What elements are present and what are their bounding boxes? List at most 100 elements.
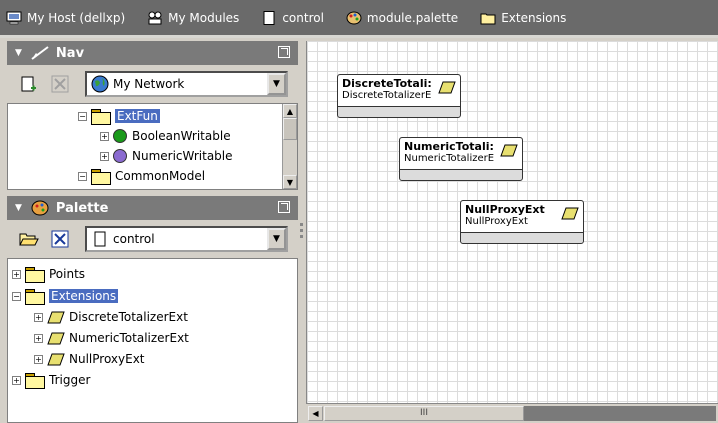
network-globe-icon bbox=[91, 75, 109, 93]
collapse-toggle-icon[interactable]: − bbox=[78, 171, 87, 181]
breadcrumb-modules-label: My Modules bbox=[168, 10, 240, 25]
folder-icon bbox=[25, 267, 45, 283]
expand-toggle-icon[interactable]: + bbox=[100, 131, 109, 141]
scroll-track[interactable] bbox=[524, 406, 716, 421]
breadcrumb-extensions[interactable]: Extensions bbox=[480, 11, 566, 25]
folder-icon bbox=[91, 169, 111, 185]
tree-node-booleanwritable[interactable]: + BooleanWritable bbox=[100, 126, 231, 146]
breadcrumb-modules[interactable]: My Modules bbox=[147, 11, 239, 25]
grip-dot bbox=[300, 229, 303, 232]
expand-toggle-icon[interactable]: + bbox=[12, 375, 21, 385]
nav-tree-scrollbar[interactable]: ▲ ▼ bbox=[282, 104, 297, 189]
document-icon bbox=[261, 10, 277, 25]
breadcrumb-host-label: My Host (dellxp) bbox=[27, 10, 126, 25]
breadcrumb-host[interactable]: My Host (dellxp) bbox=[6, 11, 125, 25]
folder-icon bbox=[480, 11, 496, 25]
side-bar: ▼ Nav My Network ▼ − ExtFun + BooleanWri… bbox=[7, 41, 298, 423]
grip-dot bbox=[300, 223, 303, 226]
breadcrumb-palette[interactable]: module.palette bbox=[346, 11, 458, 25]
tree-node-extensions[interactable]: − Extensions bbox=[12, 286, 119, 306]
close-icon[interactable] bbox=[51, 75, 69, 93]
chevron-down-icon[interactable]: ▼ bbox=[267, 73, 286, 95]
expand-toggle-icon[interactable]: + bbox=[12, 269, 21, 279]
scroll-up-icon[interactable]: ▲ bbox=[283, 104, 297, 118]
extension-icon bbox=[47, 311, 65, 324]
tree-node-label: NullProxyExt bbox=[69, 352, 145, 366]
tree-node-numericwritable[interactable]: + NumericWritable bbox=[100, 146, 233, 166]
extension-icon bbox=[500, 144, 518, 160]
popout-icon[interactable] bbox=[278, 201, 290, 213]
new-document-icon[interactable] bbox=[19, 75, 37, 93]
extension-icon bbox=[438, 81, 456, 97]
palette-module-select[interactable]: control ▼ bbox=[85, 226, 288, 252]
expand-toggle-icon[interactable]: + bbox=[100, 151, 109, 161]
expand-toggle-icon[interactable]: + bbox=[34, 333, 43, 343]
tree-node-label: Trigger bbox=[49, 373, 91, 387]
component-discrete-totalizer[interactable]: DiscreteTotali: DiscreteTotalizerE bbox=[337, 74, 461, 118]
breadcrumb-extensions-label: Extensions bbox=[501, 10, 567, 25]
folder-icon bbox=[25, 373, 45, 389]
tree-node-label: Points bbox=[49, 267, 86, 281]
collapse-toggle-icon[interactable]: − bbox=[12, 291, 21, 301]
scroll-thumb[interactable]: III bbox=[324, 406, 524, 421]
palette-toolbar: control ▼ bbox=[7, 220, 298, 258]
tree-node-label: ExtFun bbox=[115, 109, 160, 123]
folder-icon bbox=[25, 289, 45, 305]
host-icon bbox=[6, 11, 22, 25]
collapse-toggle-icon[interactable]: − bbox=[78, 111, 87, 121]
tree-node-label: BooleanWritable bbox=[132, 129, 231, 143]
open-folder-icon[interactable] bbox=[19, 230, 39, 248]
collapse-caret-icon[interactable]: ▼ bbox=[15, 48, 22, 58]
popout-icon[interactable] bbox=[278, 46, 290, 58]
modules-icon bbox=[147, 11, 163, 25]
expand-toggle-icon[interactable]: + bbox=[34, 354, 43, 364]
breadcrumb: My Host (dellxp) My Modules control modu… bbox=[0, 0, 718, 35]
boolean-point-icon bbox=[113, 129, 127, 143]
nav-panel-title: Nav bbox=[55, 45, 85, 61]
scroll-down-icon[interactable]: ▼ bbox=[283, 175, 297, 189]
tree-node-points[interactable]: + Points bbox=[12, 264, 85, 284]
scroll-left-icon[interactable]: ◀ bbox=[308, 406, 323, 421]
tree-node-label: NumericTotalizerExt bbox=[69, 331, 189, 345]
numeric-point-icon bbox=[113, 149, 127, 163]
breadcrumb-control[interactable]: control bbox=[261, 10, 324, 25]
collapse-caret-icon[interactable]: ▼ bbox=[15, 203, 22, 213]
tree-node-label: CommonModel bbox=[115, 169, 206, 183]
extension-icon bbox=[47, 353, 65, 366]
nav-root-value: My Network bbox=[113, 77, 185, 91]
wire-sheet[interactable]: DiscreteTotali: DiscreteTotalizerE Numer… bbox=[306, 41, 718, 403]
nav-tree: − ExtFun + BooleanWritable + NumericWrit… bbox=[7, 103, 298, 190]
expand-toggle-icon[interactable]: + bbox=[34, 312, 43, 322]
chevron-down-icon[interactable]: ▼ bbox=[267, 228, 286, 250]
nav-toolbar: My Network ▼ bbox=[7, 65, 298, 103]
breadcrumb-shadow bbox=[0, 35, 718, 38]
tree-node-nullproxyext[interactable]: + NullProxyExt bbox=[34, 349, 145, 369]
wire-sheet-hscrollbar[interactable]: ◀ III bbox=[306, 403, 718, 423]
component-numeric-totalizer[interactable]: NumericTotali: NumericTotalizerE bbox=[399, 137, 523, 181]
tree-node-commonmodel[interactable]: − CommonModel bbox=[78, 166, 205, 186]
grip-dot bbox=[300, 235, 303, 238]
tree-node-extfun[interactable]: − ExtFun bbox=[78, 106, 160, 126]
tree-node-trigger[interactable]: + Trigger bbox=[12, 370, 90, 390]
folder-icon bbox=[91, 109, 111, 125]
nav-icon bbox=[30, 45, 50, 61]
split-divider[interactable] bbox=[298, 41, 306, 423]
scroll-thumb[interactable] bbox=[283, 118, 297, 140]
tree-node-label: Extensions bbox=[49, 289, 119, 303]
palette-panel-title: Palette bbox=[55, 200, 109, 216]
tree-node-discretetotalizerext[interactable]: + DiscreteTotalizerExt bbox=[34, 307, 188, 327]
breadcrumb-control-label: control bbox=[282, 10, 324, 25]
palette-icon bbox=[346, 11, 362, 25]
extension-icon bbox=[561, 207, 579, 223]
breadcrumb-bar: My Host (dellxp) My Modules control modu… bbox=[0, 0, 718, 38]
close-icon[interactable] bbox=[51, 230, 69, 248]
nav-root-select[interactable]: My Network ▼ bbox=[85, 71, 288, 97]
tree-node-label: NumericWritable bbox=[132, 149, 233, 163]
palette-tree: + Points − Extensions + DiscreteTotalize… bbox=[7, 258, 298, 423]
tree-node-numerictotalizerext[interactable]: + NumericTotalizerExt bbox=[34, 328, 189, 348]
palette-panel-header[interactable]: ▼ Palette bbox=[7, 196, 298, 220]
component-null-proxy[interactable]: NullProxyExt NullProxyExt bbox=[460, 200, 584, 244]
nav-panel-header[interactable]: ▼ Nav bbox=[7, 41, 298, 65]
palette-module-value: control bbox=[113, 232, 155, 246]
tree-node-label: DiscreteTotalizerExt bbox=[69, 310, 188, 324]
